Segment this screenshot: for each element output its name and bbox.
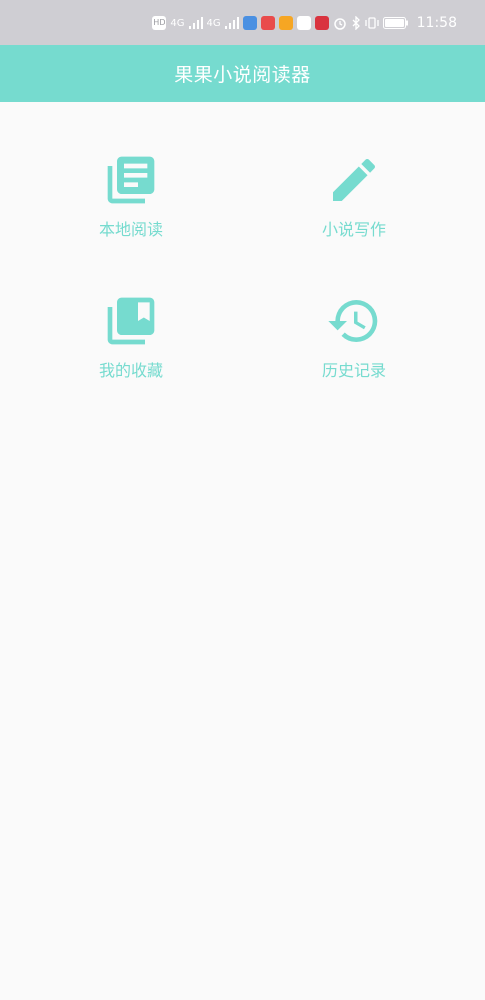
menu-item-label: 历史记录 xyxy=(321,361,386,380)
notification-app-icon xyxy=(296,16,311,30)
collections-bookmark-icon xyxy=(107,297,155,345)
menu-item-history[interactable]: 历史记录 xyxy=(284,293,424,403)
vibrate-icon xyxy=(364,17,379,29)
history-icon xyxy=(328,300,378,343)
notification-app-icon xyxy=(278,16,293,30)
signal-icon-2 xyxy=(224,17,239,29)
menu-item-my-collection[interactable]: 我的收藏 xyxy=(61,293,201,403)
app-title: 果果小说阅读器 xyxy=(174,64,311,86)
hd-badge: HD xyxy=(152,16,167,30)
app-bar: 果果小说阅读器 xyxy=(0,45,485,102)
bluetooth-icon xyxy=(352,16,360,30)
menu-item-label: 小说写作 xyxy=(321,220,386,239)
menu-item-label: 本地阅读 xyxy=(98,220,163,239)
alarm-icon xyxy=(333,18,346,30)
clock-time: 11:58 xyxy=(416,15,457,31)
library-books-icon xyxy=(107,156,155,204)
signal-icon xyxy=(188,17,203,29)
status-bar: HD 4G 4G 11:58 xyxy=(0,0,485,45)
battery-icon xyxy=(382,17,408,29)
menu-item-label: 我的收藏 xyxy=(98,361,163,380)
status-icons: HD 4G 4G 11:58 xyxy=(152,14,457,32)
notification-app-icon xyxy=(260,16,275,30)
pencil-icon xyxy=(333,158,376,201)
menu-item-local-reading[interactable]: 本地阅读 xyxy=(61,152,201,262)
notification-app-icon xyxy=(242,16,257,30)
notification-app-icon xyxy=(314,16,329,30)
menu-item-novel-writing[interactable]: 小说写作 xyxy=(284,152,424,262)
signal-4g-label-2: 4G xyxy=(206,17,221,29)
signal-4g-label: 4G xyxy=(170,17,185,29)
